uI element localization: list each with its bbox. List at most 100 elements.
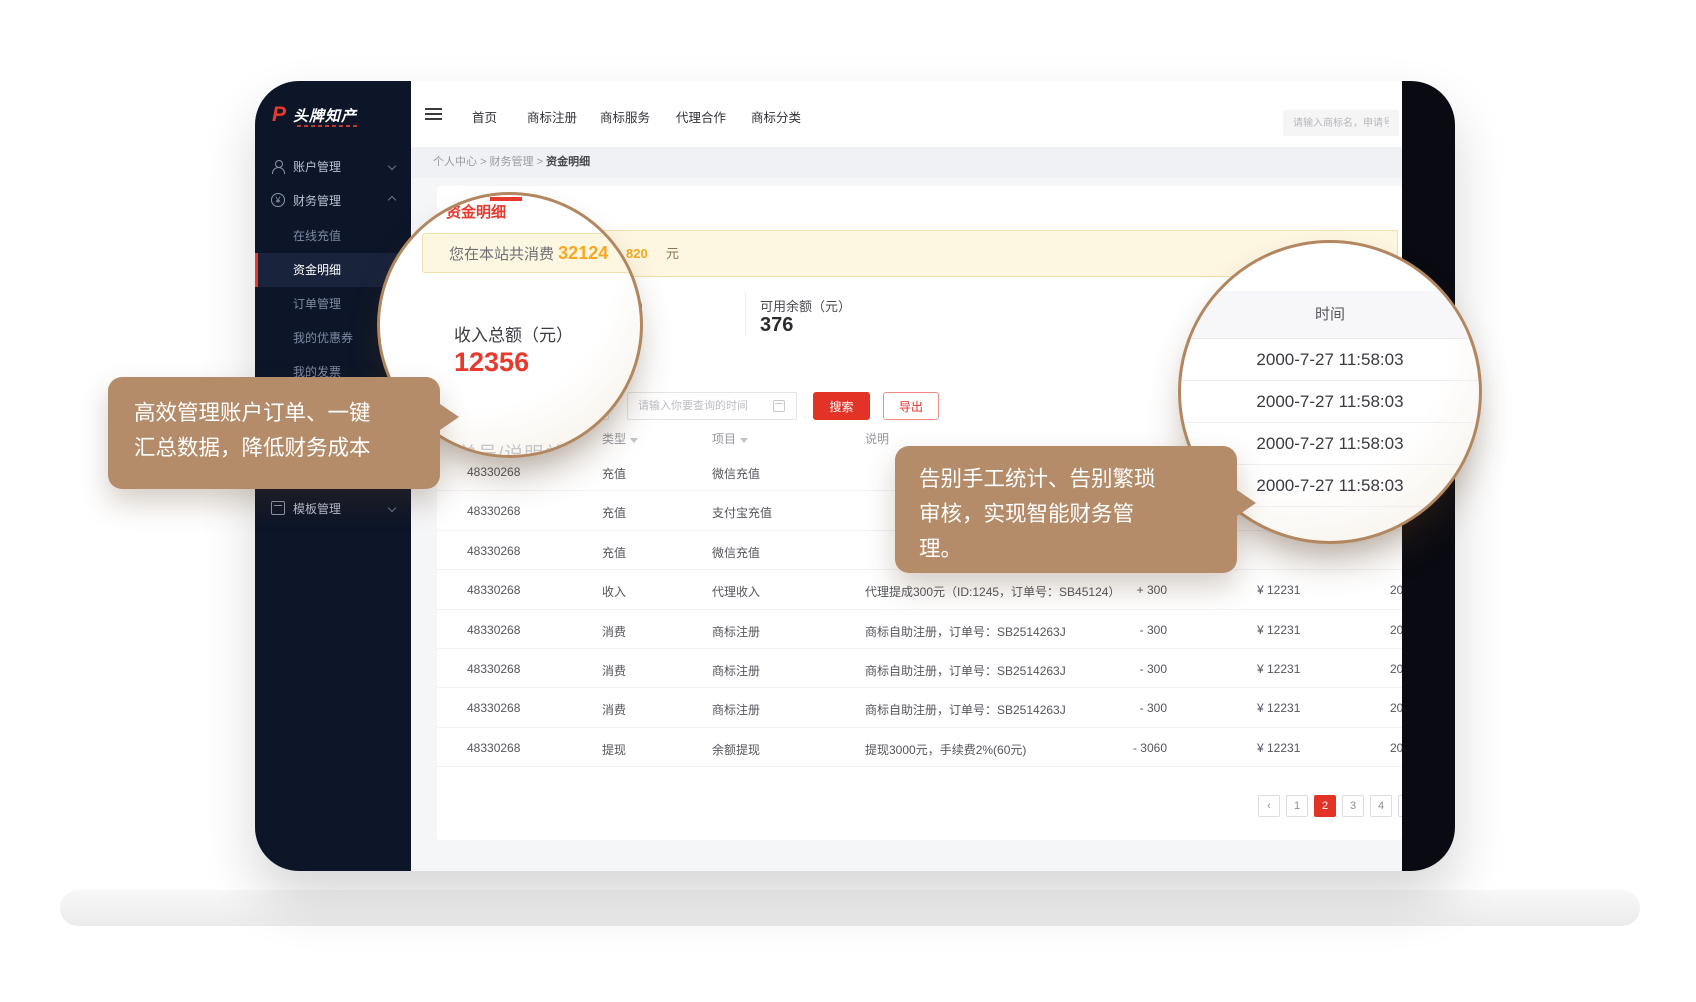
sidebar-item-label: 模板管理 [293,500,341,517]
nav-item-trademark-register[interactable]: 商标注册 [527,107,577,126]
pagination-page[interactable]: 1 [1286,795,1308,817]
cell-type: 充值 [602,504,626,521]
header-type[interactable]: 类型 [602,430,638,447]
breadcrumb-item[interactable]: 财务管理 [490,156,534,168]
cell-amount: - 300 [1097,701,1167,715]
cell-order: 48330268 [467,465,520,479]
cell-project: 商标注册 [712,623,760,640]
cell-project: 代理收入 [712,583,760,600]
pagination-page[interactable]: 2 [1314,795,1336,817]
logo-brand: 头牌知产 [293,105,357,126]
logo-tagline [297,125,357,127]
cell-type: 充值 [602,465,626,482]
cell-type: 消费 [602,623,626,640]
cell-order: 48330268 [467,662,520,676]
breadcrumb-separator: > [480,156,489,168]
table-row[interactable]: 48330268 消费 商标注册 商标自助注册，订单号：SB2514263J -… [437,649,1402,688]
cell-time: 2000-7-27 11:58:03 [1390,741,1402,755]
pagination-prev[interactable]: ‹ [1258,795,1280,817]
magnified-income-value: 12356 [454,347,529,378]
chevron-up-icon [388,196,396,204]
magnified-banner-amount: 32124 [558,243,608,263]
right-callout-line1: 告别手工统计、告别繁琐 [919,462,1213,497]
cell-type: 提现 [602,741,626,758]
magnified-banner: 您在本站共消费 32124 [422,233,643,273]
sidebar-item-finance[interactable]: ¥ 财务管理 [255,183,411,217]
table-row[interactable]: 48330268 消费 商标注册 商标自助注册，订单号：SB2514263J -… [437,610,1402,649]
header-project-label: 项目 [712,432,736,446]
left-callout: 高效管理账户订单、一键 汇总数据，降低财务成本 [108,377,440,489]
nav-item-home[interactable]: 首页 [472,107,497,126]
cell-order: 48330268 [467,544,520,558]
cell-project: 支付宝充值 [712,504,772,521]
sidebar-item-label: 财务管理 [293,192,341,209]
pagination: ‹ 12345 [437,795,1402,817]
magnified-banner-prefix: 您在本站共消费 [449,246,558,263]
sidebar-item-template[interactable]: 模板管理 [255,491,411,525]
cell-balance: ¥ 12231 [1257,623,1300,637]
sidebar-item-label: 账户管理 [293,158,341,175]
cell-time: 2000-7-27 11:58:03 [1390,583,1402,597]
cell-amount: + 300 [1097,583,1167,597]
magnified-tab-label: 资金明细 [446,201,506,222]
breadcrumb-separator: > [537,156,546,168]
calendar-icon [773,400,785,412]
cell-order: 48330268 [467,623,520,637]
header-desc: 说明 [865,430,889,447]
cell-desc: 代理提成300元（ID:1245，订单号：SB45124） [865,583,1120,600]
breadcrumb: 个人中心 > 财务管理 > 资金明细 [411,147,1402,178]
cell-project: 微信充值 [712,465,760,482]
cell-amount: - 3060 [1097,741,1167,755]
right-callout-line2: 审核，实现智能财务管 [919,497,1213,532]
logo: P 头牌知产 [272,103,357,127]
user-icon [271,159,285,173]
hamburger-icon[interactable] [425,108,442,121]
cell-time: 2000-7-27 11:58:03 [1390,623,1402,637]
sidebar-item-online-recharge[interactable]: 在线充值 [255,219,411,253]
cell-balance: ¥ 12231 [1257,741,1300,755]
banner-unit: 元 [666,231,679,276]
magnified-tab-bar [490,197,522,201]
cell-balance: ¥ 12231 [1257,662,1300,676]
balance-label: 可用余额（元） [760,296,851,315]
cell-type: 充值 [602,544,626,561]
top-navbar: 首页 商标注册 商标服务 代理合作 商标分类 [411,81,1402,147]
cell-desc: 商标自助注册，订单号：SB2514263J [865,662,1066,679]
chevron-down-icon [388,504,396,512]
cell-project: 商标注册 [712,662,760,679]
cell-type: 收入 [602,583,626,600]
header-project[interactable]: 项目 [712,430,748,447]
laptop-base [60,890,1640,926]
pagination-page[interactable]: 5 [1398,795,1402,817]
yen-circle-icon: ¥ [271,193,285,207]
magnified-time-row: 2000-7-27 11:58:03 [1181,339,1479,381]
magnified-time-header: 时间 [1181,291,1479,339]
search-button[interactable]: 搜索 [813,392,870,420]
pagination-page[interactable]: 4 [1370,795,1392,817]
sidebar-item-account[interactable]: 账户管理 [255,149,411,183]
search-input[interactable] [1283,110,1399,136]
sort-caret-icon [740,438,748,443]
nav-item-trademark-service[interactable]: 商标服务 [600,107,650,126]
date-input[interactable] [627,392,797,420]
cell-amount: - 300 [1097,662,1167,676]
cell-desc: 商标自助注册，订单号：SB2514263J [865,623,1066,640]
nav-item-agency[interactable]: 代理合作 [676,107,726,126]
right-callout: 告别手工统计、告别繁琐 审核，实现智能财务管 理。 [895,446,1237,573]
stat-divider [745,292,746,336]
pagination-page[interactable]: 3 [1342,795,1364,817]
cell-desc: 商标自助注册，订单号：SB2514263J [865,701,1066,718]
export-button[interactable]: 导出 [883,392,939,420]
template-icon [271,501,285,515]
balance-value: 376 [760,314,793,337]
breadcrumb-item[interactable]: 个人中心 [433,156,477,168]
page: P 头牌知产 账户管理 ¥ 财务管理 在线充值 资金明细 订单管理 我的优惠券 [0,0,1696,1002]
nav-item-trademark-category[interactable]: 商标分类 [751,107,801,126]
cell-desc: 提现3000元，手续费2%(60元) [865,741,1026,758]
cell-time: 2000-7-27 11:58:03 [1390,701,1402,715]
table-row[interactable]: 48330268 消费 商标注册 商标自助注册，订单号：SB2514263J -… [437,688,1402,727]
table-row[interactable]: 48330268 提现 余额提现 提现3000元，手续费2%(60元) - 30… [437,728,1402,767]
cell-order: 48330268 [467,583,520,597]
left-callout-line2: 汇总数据，降低财务成本 [134,431,414,466]
cell-amount: - 300 [1097,623,1167,637]
